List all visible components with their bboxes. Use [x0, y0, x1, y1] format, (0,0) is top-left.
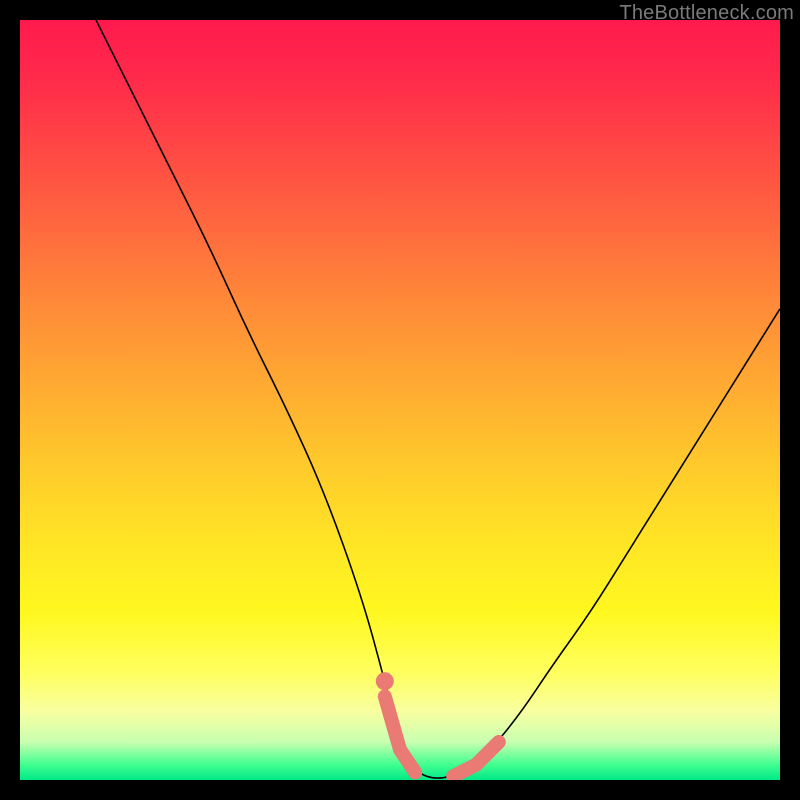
chart-svg — [20, 20, 780, 780]
highlight-right-segment — [453, 742, 499, 776]
watermark-text: TheBottleneck.com — [619, 2, 794, 25]
chart-plot-area — [20, 20, 780, 780]
highlight-left-dot — [376, 672, 394, 690]
highlight-left-segment — [385, 696, 415, 772]
curve-line — [96, 20, 780, 778]
